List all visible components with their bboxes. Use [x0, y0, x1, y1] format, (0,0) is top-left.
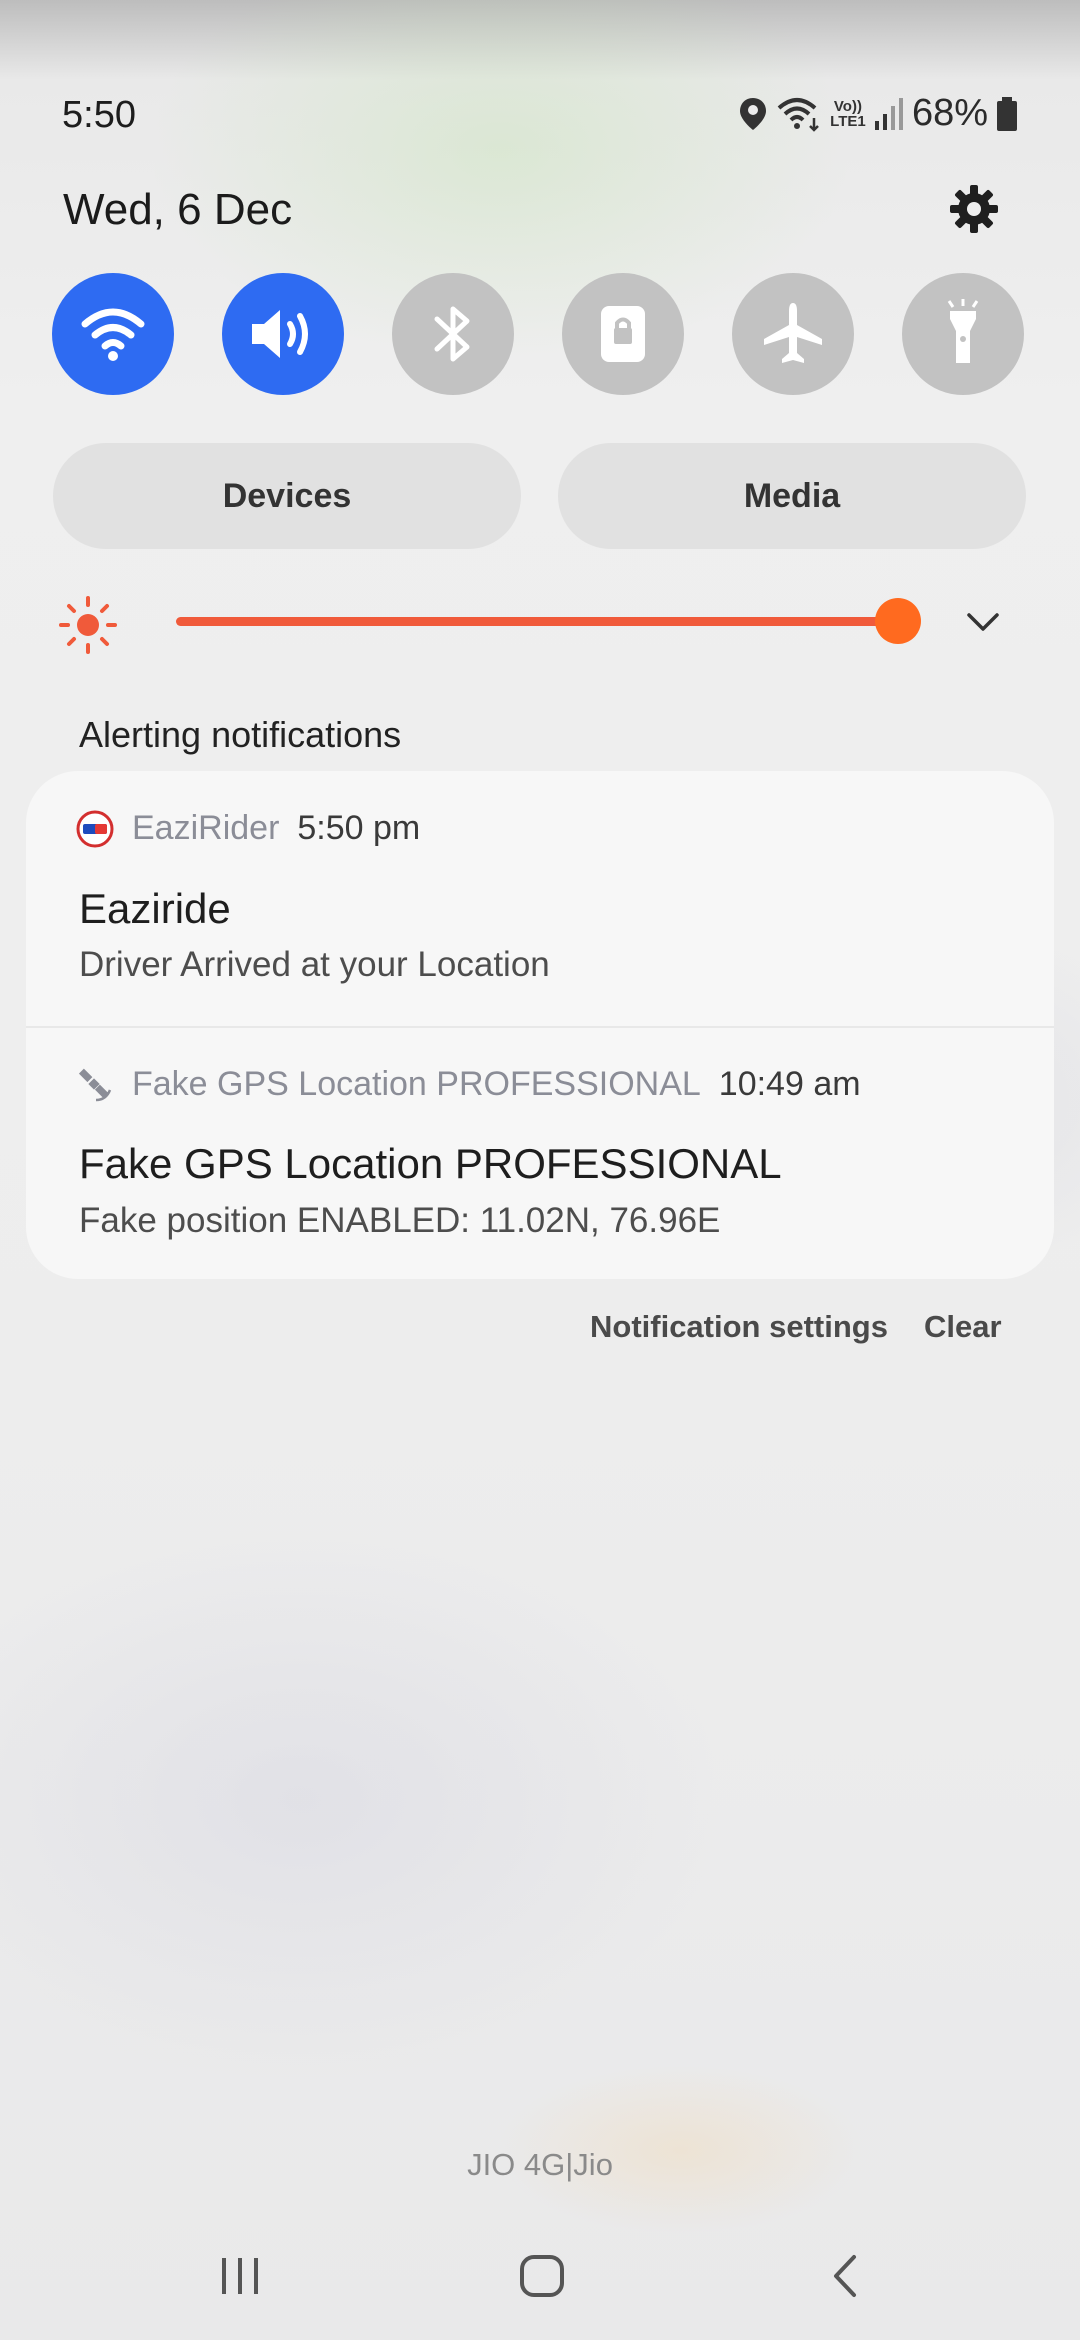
location-icon	[739, 97, 766, 130]
carrier-label: JIO 4G|Jio	[467, 2147, 613, 2182]
app-name: EaziRider	[132, 809, 280, 847]
bluetooth-toggle[interactable]	[392, 273, 514, 395]
flashlight-icon	[947, 299, 979, 363]
status-time: 5:50	[62, 94, 136, 136]
wifi-toggle[interactable]	[52, 273, 174, 395]
devices-button[interactable]: Devices	[53, 443, 521, 549]
media-button[interactable]: Media	[558, 443, 1026, 549]
volte-icon: Vo)) LTE1	[830, 97, 866, 130]
notification-header: EaziRider 5:50 pm	[76, 809, 420, 848]
flashlight-toggle[interactable]	[902, 273, 1024, 395]
notification-body: Fake position ENABLED: 11.02N, 76.96E	[79, 1201, 721, 1240]
wifi-icon	[777, 97, 819, 132]
recents-icon	[222, 2258, 258, 2294]
recent-apps-button[interactable]	[205, 2250, 275, 2302]
status-icons: Vo)) LTE1 68%	[738, 92, 1018, 135]
sound-toggle[interactable]	[222, 273, 344, 395]
battery-percent: 68%	[911, 92, 988, 134]
notification-title: Fake GPS Location PROFESSIONAL	[79, 1140, 782, 1187]
settings-gear-icon[interactable]	[948, 183, 1000, 235]
signal-icon	[874, 97, 903, 130]
notification-body: Driver Arrived at your Location	[79, 945, 550, 984]
notification-settings-button[interactable]: Notification settings	[590, 1309, 888, 1345]
alerting-notifications-label: Alerting notifications	[79, 714, 402, 755]
home-icon	[520, 2255, 564, 2297]
notification-eazirider[interactable]: EaziRider 5:50 pm Eaziride Driver Arrive…	[26, 771, 1054, 1026]
airplane-toggle[interactable]	[732, 273, 854, 395]
speaker-icon	[252, 310, 308, 358]
notification-title: Eaziride	[79, 885, 231, 932]
eazirider-app-icon	[76, 810, 114, 847]
notification-fake-gps[interactable]: Fake GPS Location PROFESSIONAL 10:49 am …	[26, 1028, 1054, 1279]
notification-time: 10:49 am	[718, 1065, 861, 1103]
brightness-slider-track[interactable]	[176, 617, 898, 626]
rotation-lock-toggle[interactable]	[562, 273, 684, 395]
home-button[interactable]	[507, 2250, 577, 2302]
date-label: Wed, 6 Dec	[63, 185, 293, 234]
notification-time: 5:50 pm	[297, 809, 421, 847]
wifi-icon	[81, 308, 145, 361]
back-icon	[834, 2255, 856, 2297]
clear-button[interactable]: Clear	[924, 1309, 1002, 1345]
notification-card: EaziRider 5:50 pm Eaziride Driver Arrive…	[26, 771, 1054, 1279]
rotation-lock-icon	[601, 306, 645, 362]
chevron-down-icon[interactable]	[964, 603, 1002, 641]
brightness-slider-thumb[interactable]	[875, 598, 921, 644]
notification-header: Fake GPS Location PROFESSIONAL 10:49 am	[76, 1065, 861, 1104]
bluetooth-icon	[434, 306, 470, 362]
app-name: Fake GPS Location PROFESSIONAL	[132, 1065, 701, 1103]
satellite-icon	[78, 1068, 112, 1101]
brightness-sun-icon	[59, 596, 117, 654]
airplane-icon	[764, 303, 822, 363]
back-button[interactable]	[810, 2250, 880, 2302]
battery-icon	[997, 96, 1017, 131]
